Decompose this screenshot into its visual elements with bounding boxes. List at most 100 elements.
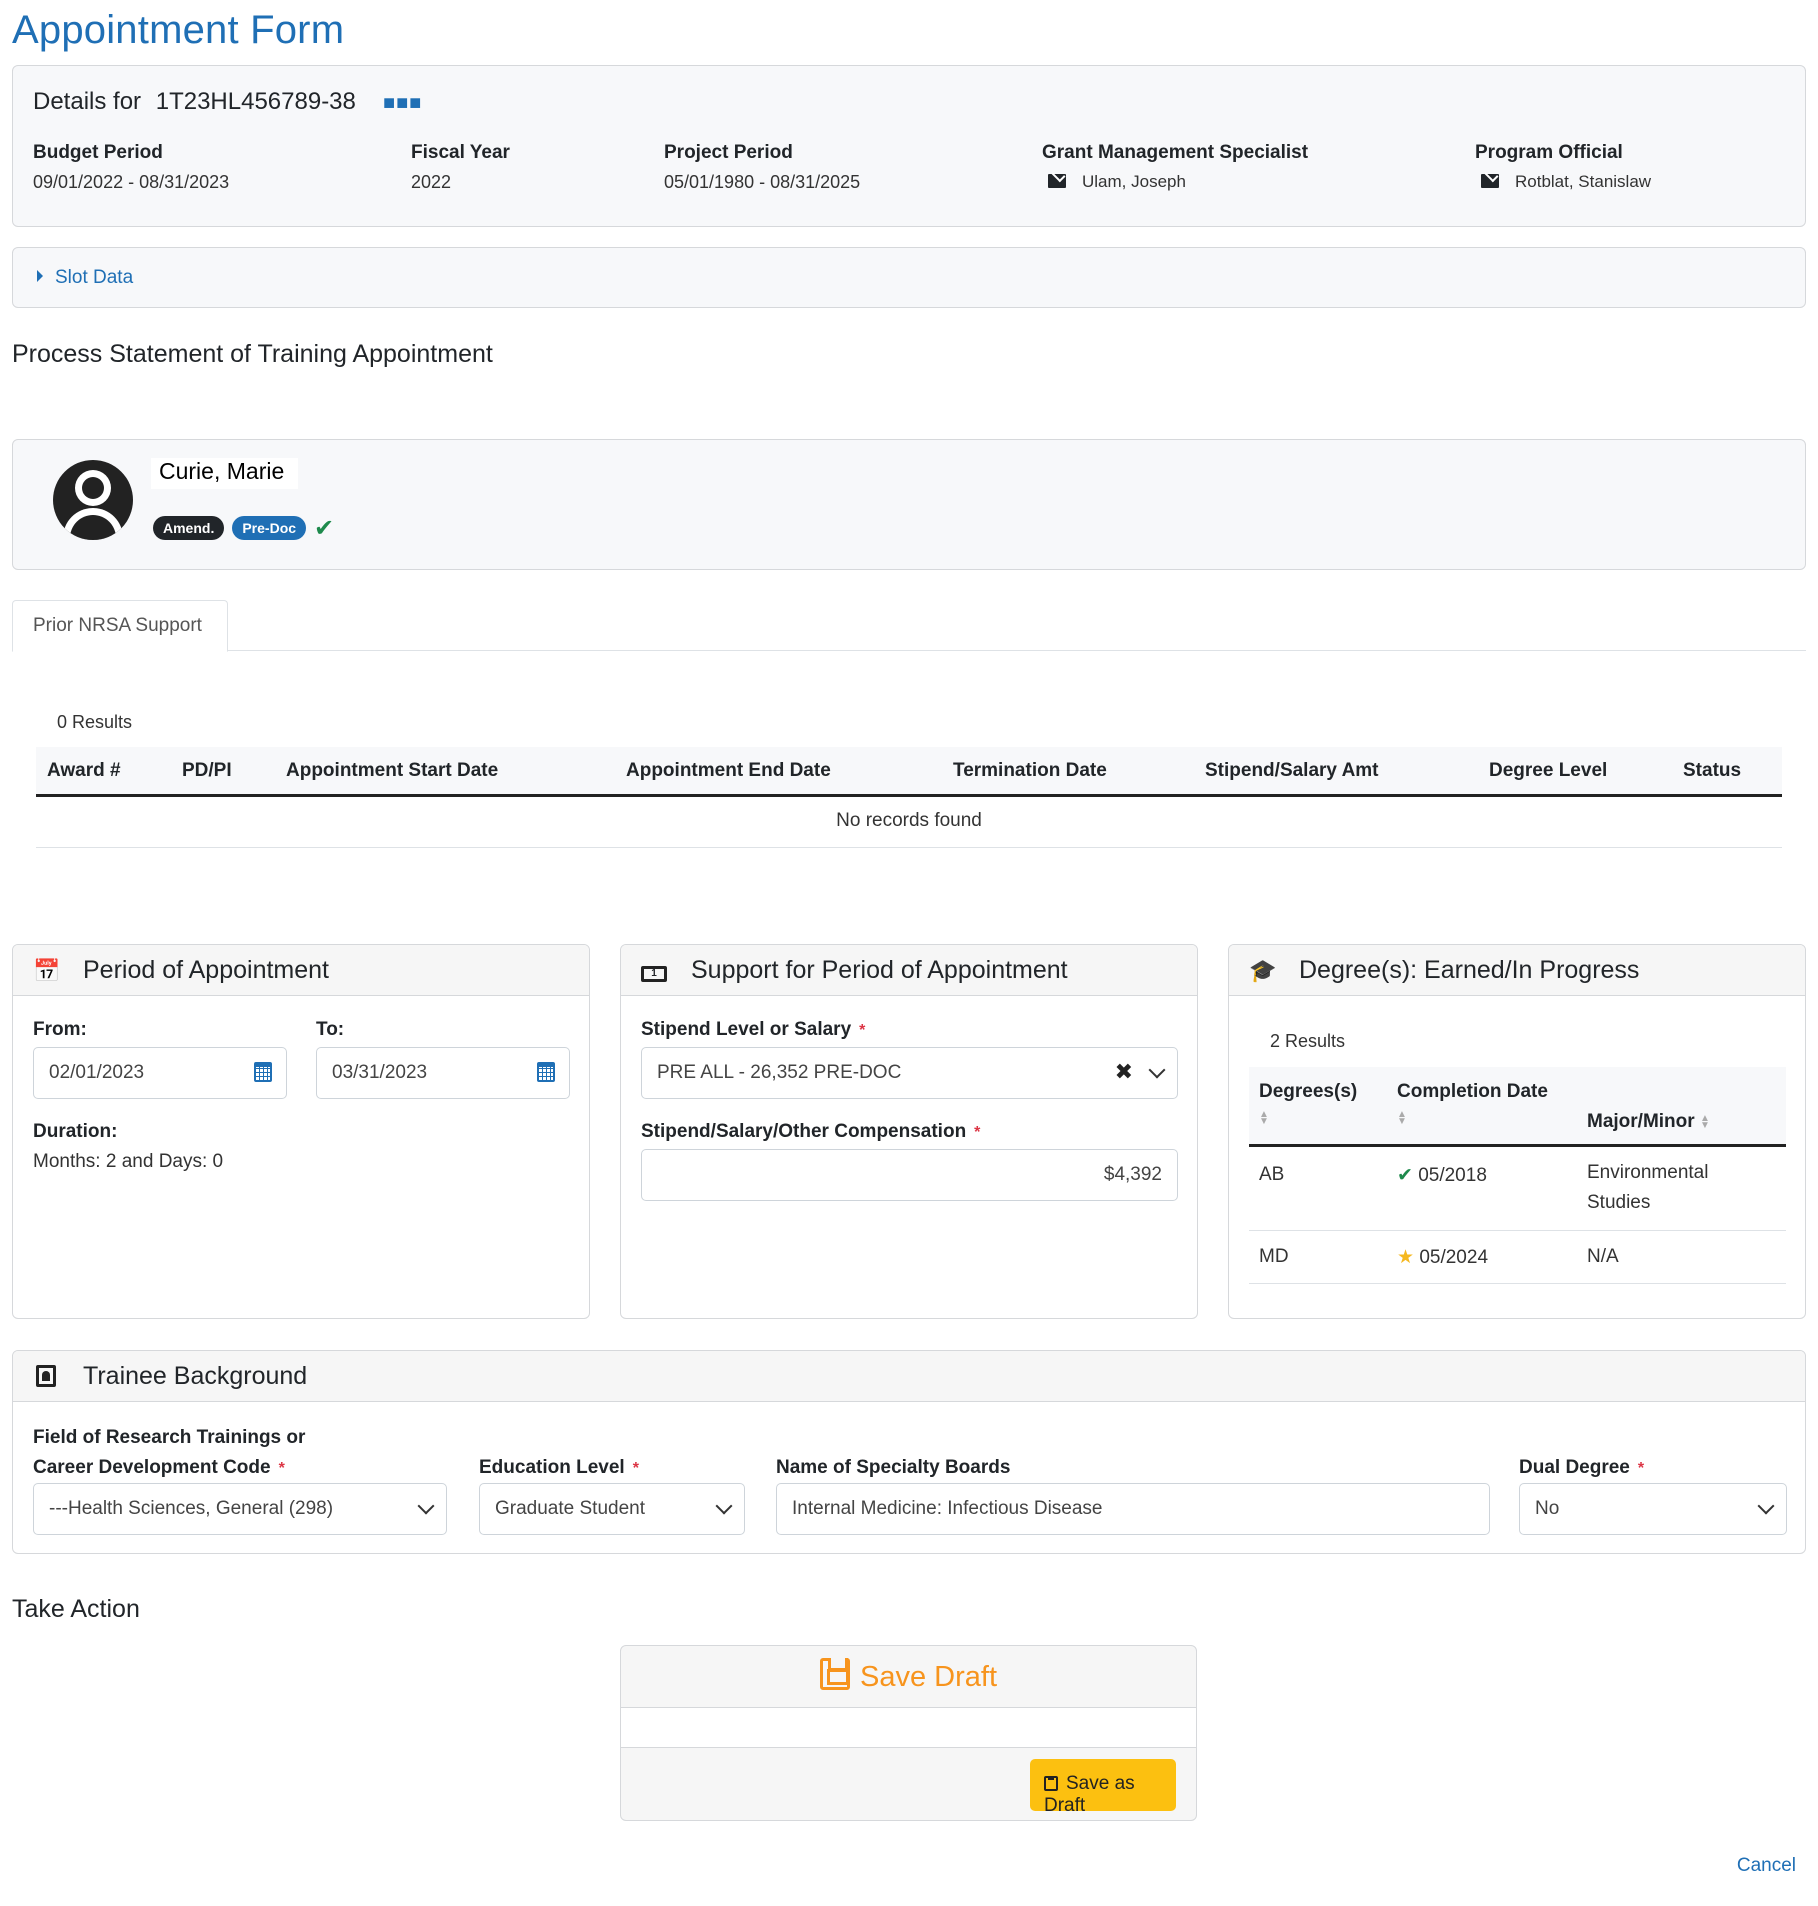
major-minor: Environmental Studies: [1587, 1162, 1709, 1213]
calendar-icon[interactable]: [537, 1062, 555, 1082]
chevron-down-icon[interactable]: [1148, 1061, 1166, 1079]
stipend-level-value: PRE ALL - 26,352 PRE-DOC: [657, 1062, 902, 1083]
save-draft-body: [621, 1708, 1196, 1748]
project-period-value: 05/01/1980 - 08/31/2025: [664, 172, 861, 192]
education-level-select[interactable]: Graduate Student: [479, 1483, 745, 1535]
table-header: Award # PD/PI Appointment Start Date App…: [36, 747, 1782, 797]
degrees-results-count: 2 Results: [1270, 1031, 1346, 1051]
ellipsis-icon[interactable]: ■■■: [383, 93, 422, 113]
address-card-icon: [33, 1364, 59, 1390]
column-award[interactable]: Award #: [47, 760, 121, 782]
trainee-background-header: Trainee Background: [13, 1351, 1805, 1402]
gms-label: Grant Management Specialist: [1042, 142, 1309, 163]
chevron-down-icon[interactable]: [417, 1497, 435, 1515]
column-completion-date[interactable]: Completion Date ▲ ▼: [1397, 1081, 1548, 1127]
results-count: 0 Results: [57, 712, 133, 732]
predoc-badge: Pre-Doc: [232, 516, 307, 540]
po-name[interactable]: Rotblat, Stanislaw: [1515, 172, 1651, 191]
envelope-icon[interactable]: [1048, 174, 1066, 188]
grant-details-card: Details for 1T23HL456789-38 ■■■ Budget P…: [12, 65, 1806, 227]
chevron-down-icon[interactable]: [715, 1497, 733, 1515]
required-icon: *: [632, 1460, 639, 1477]
slot-data-toggle[interactable]: Slot Data: [37, 267, 133, 289]
dual-degree-value: No: [1535, 1498, 1560, 1519]
column-status[interactable]: Status: [1683, 760, 1741, 782]
empty-row: No records found: [36, 797, 1782, 848]
program-official: Program Official Rotblat, Stanislaw: [1475, 142, 1651, 192]
slot-data-card: Slot Data: [12, 247, 1806, 308]
column-pdpi[interactable]: PD/PI: [182, 760, 232, 782]
sort-icon: ▲ ▼: [1397, 1109, 1407, 1127]
degree-row: AB ✔ 05/2018 Environmental Studies: [1249, 1150, 1786, 1231]
budget-period: Budget Period 09/01/2022 - 08/31/2023: [33, 142, 229, 193]
degrees-table-header: Degrees(s) ▲ ▼ Completion Date ▲ ▼ Major/Min…: [1249, 1067, 1786, 1147]
tab-bar: [12, 650, 1806, 651]
floppy-disk-icon: [820, 1658, 850, 1690]
fiscal-year-value: 2022: [411, 172, 452, 192]
period-title: Period of Appointment: [83, 956, 329, 984]
clear-icon[interactable]: ✖: [1115, 1059, 1133, 1085]
from-label: From:: [33, 1019, 87, 1040]
graduation-cap-icon: 🎓: [1249, 958, 1277, 983]
column-start-date[interactable]: Appointment Start Date: [286, 760, 498, 782]
field-code-select[interactable]: ---Health Sciences, General (298): [33, 1483, 447, 1535]
required-icon: *: [859, 1022, 866, 1039]
support-panel-header: 1 Support for Period of Appointment: [621, 945, 1197, 996]
degrees-panel-header: 🎓 Degree(s): Earned/In Progress: [1229, 945, 1805, 996]
tab-prior-nrsa-support[interactable]: Prior NRSA Support: [12, 600, 228, 652]
prior-support-table: Award # PD/PI Appointment Start Date App…: [36, 747, 1782, 848]
column-end-date[interactable]: Appointment End Date: [626, 760, 831, 782]
fiscal-year: Fiscal Year 2022: [411, 142, 510, 193]
degree-name: MD: [1259, 1246, 1289, 1267]
specialty-boards-input[interactable]: Internal Medicine: Infectious Disease: [776, 1483, 1490, 1535]
envelope-icon[interactable]: [1481, 174, 1499, 188]
calendar-icon: 📅: [33, 958, 61, 983]
education-level-value: Graduate Student: [495, 1498, 645, 1519]
save-as-draft-button[interactable]: Save as Draft: [1030, 1759, 1176, 1816]
compensation-input[interactable]: $4,392: [641, 1149, 1178, 1201]
from-date-input[interactable]: 02/01/2023: [33, 1047, 287, 1099]
column-degree-level[interactable]: Degree Level: [1489, 760, 1607, 782]
education-level-label: Education Level *: [479, 1457, 639, 1478]
sort-icon: ▲ ▼: [1259, 1109, 1269, 1127]
trainee-card: Curie, Marie Amend. Pre-Doc ✔: [12, 439, 1806, 570]
check-icon: ✔: [314, 515, 335, 542]
caret-right-icon: [37, 270, 43, 282]
column-termination-date[interactable]: Termination Date: [953, 760, 1107, 782]
required-icon: *: [278, 1460, 285, 1477]
field-label-line2: Career Development Code *: [33, 1457, 285, 1478]
calendar-icon[interactable]: [254, 1062, 272, 1082]
po-label: Program Official: [1475, 142, 1623, 163]
support-panel: 1 Support for Period of Appointment Stipe…: [620, 944, 1198, 1319]
duration-value: Months: 2 and Days: 0: [33, 1151, 224, 1172]
stipend-level-select[interactable]: PRE ALL - 26,352 PRE-DOC ✖: [641, 1047, 1178, 1099]
process-heading: Process Statement of Training Appointmen…: [12, 340, 493, 368]
details-heading: Details for 1T23HL456789-38: [33, 88, 356, 116]
specialty-boards-label: Name of Specialty Boards: [776, 1457, 1011, 1478]
star-half-icon: ★: [1397, 1247, 1415, 1268]
duration-label: Duration:: [33, 1121, 118, 1142]
completion-date: 05/2018: [1418, 1165, 1487, 1186]
column-major-minor[interactable]: Major/Minor ▲ ▼: [1587, 1111, 1710, 1133]
grant-management-specialist: Grant Management Specialist Ulam, Joseph: [1042, 142, 1308, 192]
to-date-value: 03/31/2023: [332, 1062, 428, 1083]
to-date-input[interactable]: 03/31/2023: [316, 1047, 570, 1099]
dual-degree-select[interactable]: No: [1519, 1483, 1787, 1535]
trainee-title: Trainee Background: [83, 1362, 308, 1390]
money-bill-icon: 1: [641, 962, 667, 983]
project-period: Project Period 05/01/1980 - 08/31/2025: [664, 142, 860, 193]
page-title: Appointment Form: [12, 8, 345, 52]
column-degrees[interactable]: Degrees(s) ▲ ▼: [1259, 1081, 1357, 1127]
badge-group: Amend. Pre-Doc ✔: [153, 514, 334, 543]
chevron-down-icon[interactable]: [1757, 1497, 1775, 1515]
gms-name[interactable]: Ulam, Joseph: [1082, 172, 1186, 191]
trainee-name: Curie, Marie: [151, 458, 299, 489]
required-icon: *: [1637, 1460, 1645, 1477]
field-code-value: ---Health Sciences, General (298): [49, 1498, 334, 1519]
details-prefix: Details for: [33, 88, 142, 115]
column-stipend[interactable]: Stipend/Salary Amt: [1205, 760, 1379, 782]
budget-period-value: 09/01/2022 - 08/31/2023: [33, 172, 230, 192]
cancel-link[interactable]: Cancel: [1737, 1855, 1796, 1877]
avatar-icon: [53, 460, 133, 540]
check-icon: ✔: [1397, 1165, 1413, 1186]
